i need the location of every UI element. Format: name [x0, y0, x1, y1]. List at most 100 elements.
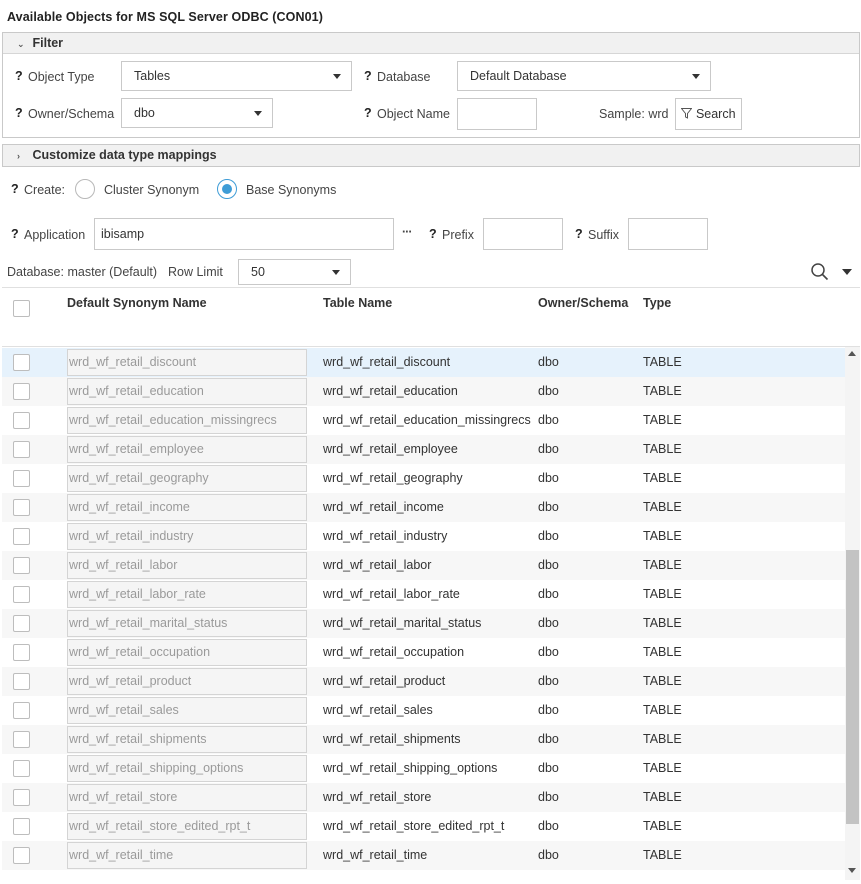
- row-checkbox[interactable]: [13, 673, 30, 690]
- column-header-synonym[interactable]: Default Synonym Name: [67, 296, 207, 310]
- synonym-name-input[interactable]: wrd_wf_retail_education: [67, 378, 307, 405]
- synonym-name-input[interactable]: wrd_wf_retail_marital_status: [67, 610, 307, 637]
- help-icon[interactable]: ?: [575, 227, 583, 241]
- owner-cell: dbo: [538, 558, 559, 572]
- filter-header[interactable]: ⌄ Filter: [3, 33, 859, 54]
- owner-cell: dbo: [538, 413, 559, 427]
- table-row[interactable]: wrd_wf_retail_marital_status wrd_wf_retai…: [2, 609, 845, 638]
- table-row[interactable]: wrd_wf_retail_shipments wrd_wf_retail_shi…: [2, 725, 845, 754]
- object-name-input[interactable]: [457, 98, 537, 130]
- owner-cell: dbo: [538, 645, 559, 659]
- suffix-input[interactable]: [628, 218, 708, 250]
- type-cell: TABLE: [643, 848, 682, 862]
- help-icon[interactable]: ?: [364, 69, 372, 83]
- column-header-table-name[interactable]: Table Name: [323, 296, 392, 310]
- help-icon[interactable]: ?: [15, 106, 23, 120]
- row-checkbox[interactable]: [13, 557, 30, 574]
- type-cell: TABLE: [643, 674, 682, 688]
- help-icon[interactable]: ?: [11, 227, 19, 241]
- help-icon[interactable]: ?: [15, 69, 23, 83]
- search-icon[interactable]: [810, 262, 830, 282]
- row-checkbox[interactable]: [13, 760, 30, 777]
- synonym-name-input[interactable]: wrd_wf_retail_geography: [67, 465, 307, 492]
- table-row[interactable]: wrd_wf_retail_industry wrd_wf_retail_indu…: [2, 522, 845, 551]
- application-input[interactable]: ibisamp: [94, 218, 394, 250]
- synonym-name-input[interactable]: wrd_wf_retail_industry: [67, 523, 307, 550]
- table-row[interactable]: wrd_wf_retail_product wrd_wf_retail_produ…: [2, 667, 845, 696]
- synonym-name-input[interactable]: wrd_wf_retail_education_missingrecs: [67, 407, 307, 434]
- synonym-name-input[interactable]: wrd_wf_retail_employee: [67, 436, 307, 463]
- row-checkbox[interactable]: [13, 586, 30, 603]
- table-row[interactable]: wrd_wf_retail_store wrd_wf_retail_store db…: [2, 783, 845, 812]
- row-checkbox[interactable]: [13, 412, 30, 429]
- object-type-select[interactable]: Tables: [121, 61, 352, 91]
- synonym-name-input[interactable]: wrd_wf_retail_discount: [67, 349, 307, 376]
- scrollbar-thumb[interactable]: [846, 550, 859, 824]
- base-synonyms-label[interactable]: Base Synonyms: [246, 183, 336, 197]
- table-row[interactable]: wrd_wf_retail_education_missingrecs wrd_w…: [2, 406, 845, 435]
- synonym-name-input[interactable]: wrd_wf_retail_income: [67, 494, 307, 521]
- column-header-type[interactable]: Type: [643, 296, 671, 310]
- options-dropdown-icon[interactable]: [842, 269, 852, 275]
- row-checkbox[interactable]: [13, 789, 30, 806]
- synonym-name-input[interactable]: wrd_wf_retail_product: [67, 668, 307, 695]
- help-icon[interactable]: ?: [11, 182, 19, 196]
- synonym-name-input[interactable]: wrd_wf_retail_shipping_options: [67, 755, 307, 782]
- table-row[interactable]: wrd_wf_retail_time wrd_wf_retail_time dbo T…: [2, 841, 845, 870]
- search-button[interactable]: Search: [675, 98, 742, 130]
- row-checkbox[interactable]: [13, 383, 30, 400]
- synonym-name-input[interactable]: wrd_wf_retail_occupation: [67, 639, 307, 666]
- synonym-name-input[interactable]: wrd_wf_retail_shipments: [67, 726, 307, 753]
- help-icon[interactable]: ?: [364, 106, 372, 120]
- row-checkbox[interactable]: [13, 615, 30, 632]
- table-row[interactable]: wrd_wf_retail_labor wrd_wf_retail_labor db…: [2, 551, 845, 580]
- synonym-name-input[interactable]: wrd_wf_retail_labor_rate: [67, 581, 307, 608]
- scroll-down-icon[interactable]: [848, 868, 856, 873]
- synonym-name-input[interactable]: wrd_wf_retail_store: [67, 784, 307, 811]
- synonym-name-input[interactable]: wrd_wf_retail_time: [67, 842, 307, 869]
- database-status: Database: master (Default): [7, 265, 158, 279]
- row-checkbox[interactable]: [13, 818, 30, 835]
- table-row[interactable]: wrd_wf_retail_income wrd_wf_retail_income…: [2, 493, 845, 522]
- base-synonyms-radio[interactable]: [217, 179, 237, 199]
- prefix-input[interactable]: [483, 218, 563, 250]
- row-checkbox[interactable]: [13, 470, 30, 487]
- cluster-synonym-radio[interactable]: [75, 179, 95, 199]
- row-checkbox[interactable]: [13, 528, 30, 545]
- row-checkbox[interactable]: [13, 644, 30, 661]
- table-name-cell: wrd_wf_retail_education: [323, 384, 458, 398]
- column-header-owner[interactable]: Owner/Schema: [538, 296, 628, 310]
- table-row[interactable]: wrd_wf_retail_discount wrd_wf_retail_disc…: [2, 348, 845, 377]
- help-icon[interactable]: ?: [429, 227, 437, 241]
- table-row[interactable]: wrd_wf_retail_education wrd_wf_retail_edu…: [2, 377, 845, 406]
- row-checkbox[interactable]: [13, 702, 30, 719]
- row-checkbox[interactable]: [13, 847, 30, 864]
- table-row[interactable]: wrd_wf_retail_geography wrd_wf_retail_geo…: [2, 464, 845, 493]
- synonym-name-input[interactable]: wrd_wf_retail_labor: [67, 552, 307, 579]
- table-row[interactable]: wrd_wf_retail_shipping_options wrd_wf_ret…: [2, 754, 845, 783]
- row-checkbox[interactable]: [13, 731, 30, 748]
- owner-cell: dbo: [538, 529, 559, 543]
- table-row[interactable]: wrd_wf_retail_labor_rate wrd_wf_retail_la…: [2, 580, 845, 609]
- row-checkbox[interactable]: [13, 354, 30, 371]
- table-name-cell: wrd_wf_retail_labor_rate: [323, 587, 460, 601]
- table-row[interactable]: wrd_wf_retail_store_edited_rpt_t wrd_wf_r…: [2, 812, 845, 841]
- owner-schema-select[interactable]: dbo: [121, 98, 273, 128]
- type-cell: TABLE: [643, 529, 682, 543]
- owner-cell: dbo: [538, 848, 559, 862]
- browse-ellipsis-button[interactable]: ···: [402, 225, 412, 239]
- table-row[interactable]: wrd_wf_retail_sales wrd_wf_retail_sales db…: [2, 696, 845, 725]
- row-checkbox[interactable]: [13, 499, 30, 516]
- select-all-checkbox[interactable]: [13, 300, 30, 317]
- synonym-name-input[interactable]: wrd_wf_retail_sales: [67, 697, 307, 724]
- synonym-name-input[interactable]: wrd_wf_retail_store_edited_rpt_t: [67, 813, 307, 840]
- row-limit-select[interactable]: 50: [238, 259, 351, 285]
- mappings-header[interactable]: › Customize data type mappings: [3, 145, 859, 166]
- row-limit-label: Row Limit: [168, 265, 223, 279]
- row-checkbox[interactable]: [13, 441, 30, 458]
- cluster-synonym-label[interactable]: Cluster Synonym: [104, 183, 199, 197]
- scroll-up-icon[interactable]: [848, 351, 856, 356]
- database-select[interactable]: Default Database: [457, 61, 711, 91]
- table-row[interactable]: wrd_wf_retail_employee wrd_wf_retail_empl…: [2, 435, 845, 464]
- table-row[interactable]: wrd_wf_retail_occupation wrd_wf_retail_oc…: [2, 638, 845, 667]
